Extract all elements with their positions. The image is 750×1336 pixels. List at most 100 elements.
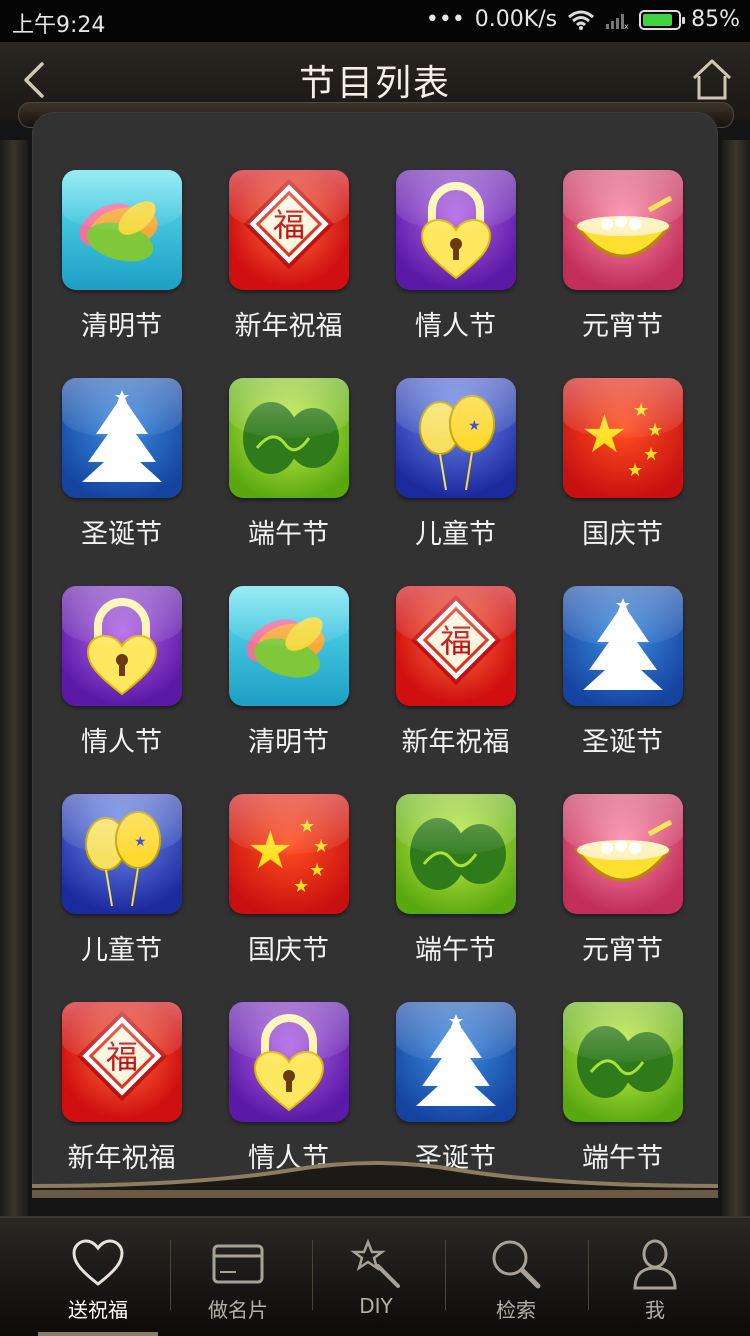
ertong-art: ★ <box>418 395 495 491</box>
festival-tile-shengdan[interactable]: 圣诞节 <box>539 586 706 764</box>
festival-label: 情人节 <box>415 311 496 342</box>
svg-text:★: ★ <box>313 836 329 857</box>
festival-tile-qingren[interactable]: 情人节 <box>372 170 539 348</box>
shengdan-art <box>415 1014 496 1106</box>
ertong-icon: ★ <box>61 794 182 914</box>
network-speed: 0.00K/s <box>474 7 558 32</box>
tab-send-wishes[interactable]: 送祝福 <box>28 1218 168 1336</box>
festival-tile-guoqing[interactable]: ★ ★ ★ ★ ★ 国庆节 <box>205 794 372 972</box>
duanwu-art <box>576 1026 673 1098</box>
xinnian-art: 福 <box>243 178 334 270</box>
svg-text:★: ★ <box>627 460 643 481</box>
yuanxiao-icon <box>562 170 683 290</box>
festival-label: 圣诞节 <box>81 519 162 550</box>
festival-tile-xinnian[interactable]: 福新年祝福 <box>205 170 372 348</box>
xinnian-art: 福 <box>76 1010 167 1102</box>
festival-label: 圣诞节 <box>582 727 663 758</box>
festival-label: 元宵节 <box>582 311 663 342</box>
festival-tile-duanwu[interactable]: 端午节 <box>205 378 372 556</box>
tab-label: 送祝福 <box>68 1298 128 1322</box>
festival-tile-qingming[interactable]: 清明节 <box>38 170 205 348</box>
festival-label: 情人节 <box>81 727 162 758</box>
festival-tile-yuanxiao[interactable]: 元宵节 <box>539 170 706 348</box>
cell-signal-icon: x <box>606 13 629 30</box>
festival-panel[interactable]: 清明节福新年祝福 情人节 元宵节 圣诞节 端午节 ★ 儿童节 ★ ★ ★ ★ ★ 国庆节 情人节 清明节福新… <box>32 112 718 1197</box>
festival-tile-ertong[interactable]: ★ 儿童节 <box>38 794 205 972</box>
festival-tile-qingren[interactable]: 情人节 <box>38 586 205 764</box>
tab-label: 检索 <box>496 1298 536 1322</box>
duanwu-icon <box>562 1002 683 1122</box>
qingren-icon <box>395 170 516 290</box>
festival-label: 端午节 <box>248 519 329 550</box>
xinnian-icon: 福 <box>61 1002 182 1122</box>
battery-percent: 85% <box>691 7 740 32</box>
ertong-art: ★ <box>84 811 161 907</box>
guoqing-icon: ★ ★ ★ ★ ★ <box>228 794 349 914</box>
qingming-art <box>246 617 325 678</box>
festival-label: 新年祝福 <box>401 727 510 758</box>
xinnian-icon: 福 <box>395 586 516 706</box>
tab-make-card[interactable]: 做名片 <box>168 1218 308 1336</box>
guoqing-art: ★ ★★★★ <box>247 816 329 897</box>
qingming-icon <box>61 170 182 290</box>
svg-text:★: ★ <box>581 405 628 465</box>
festival-label: 清明节 <box>81 311 162 342</box>
festival-tile-guoqing[interactable]: ★ ★ ★ ★ ★ 国庆节 <box>539 378 706 556</box>
left-frame-rail <box>0 140 28 1220</box>
svg-text:★: ★ <box>309 860 325 881</box>
qingming-art <box>79 201 158 262</box>
festival-label: 端午节 <box>415 935 496 966</box>
svg-text:★: ★ <box>299 816 315 837</box>
duanwu-icon <box>228 378 349 498</box>
signal-dots-icon: ••• <box>425 7 465 32</box>
qingming-icon <box>228 586 349 706</box>
user-icon <box>633 1239 677 1290</box>
yuanxiao-icon <box>562 794 683 914</box>
festival-tile-shengdan[interactable]: 圣诞节 <box>38 378 205 556</box>
festival-tile-xinnian[interactable]: 福新年祝福 <box>372 586 539 764</box>
magic-wand-icon <box>350 1238 400 1288</box>
tab-search[interactable]: 检索 <box>446 1218 586 1336</box>
card-icon <box>212 1244 264 1284</box>
yuanxiao-art <box>573 195 672 258</box>
festival-label: 清明节 <box>248 727 329 758</box>
festival-tile-yuanxiao[interactable]: 元宵节 <box>539 794 706 972</box>
svg-text:★: ★ <box>293 876 309 897</box>
tab-diy[interactable]: DIY <box>306 1218 446 1336</box>
xinnian-icon: 福 <box>228 170 349 290</box>
search-icon <box>492 1240 541 1289</box>
svg-text:★: ★ <box>643 444 659 465</box>
tab-me[interactable]: 我 <box>585 1218 725 1336</box>
bottom-tab-bar: 送祝福 做名片 DIY 检索 我 <box>0 1216 750 1336</box>
qingren-art <box>420 182 491 280</box>
festival-grid: 清明节福新年祝福 情人节 元宵节 圣诞节 端午节 ★ 儿童节 ★ ★ ★ ★ ★ 国庆节 情人节 清明节福新… <box>32 170 718 1180</box>
tab-label: 做名片 <box>208 1298 268 1322</box>
festival-tile-duanwu[interactable]: 端午节 <box>372 794 539 972</box>
status-bar: 上午9:24 ••• 0.00K/s x 85% <box>0 0 750 42</box>
heart-icon <box>72 1239 124 1286</box>
shengdan-art <box>582 598 663 690</box>
duanwu-art <box>242 402 339 474</box>
status-right-group: ••• 0.00K/s x 85% <box>426 7 740 32</box>
qingren-icon <box>61 586 182 706</box>
home-button[interactable] <box>690 56 734 104</box>
festival-tile-ertong[interactable]: ★ 儿童节 <box>372 378 539 556</box>
duanwu-icon <box>395 794 516 914</box>
festival-label: 儿童节 <box>81 935 162 966</box>
wifi-icon <box>568 10 595 30</box>
yuanxiao-art <box>573 819 672 882</box>
qingren-icon <box>228 1002 349 1122</box>
festival-label: 新年祝福 <box>234 311 343 342</box>
svg-text:福: 福 <box>105 1038 137 1076</box>
battery-fill <box>643 13 673 26</box>
panel-bottom-ornament <box>32 1161 718 1198</box>
svg-text:福: 福 <box>439 622 471 660</box>
svg-text:x: x <box>624 22 629 30</box>
status-time: 上午9:24 <box>12 13 106 38</box>
shengdan-art <box>81 390 162 482</box>
guoqing-icon: ★ ★ ★ ★ ★ <box>562 378 683 498</box>
festival-label: 国庆节 <box>248 935 329 966</box>
festival-tile-qingming[interactable]: 清明节 <box>205 586 372 764</box>
svg-text:★: ★ <box>647 420 663 441</box>
battery-icon <box>639 9 686 30</box>
